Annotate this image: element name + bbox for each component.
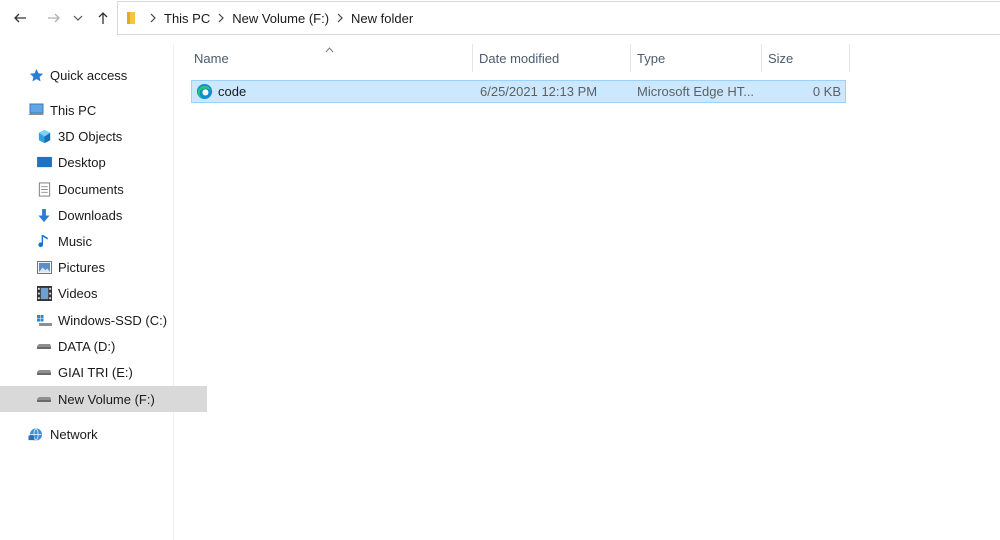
address-bar[interactable]: This PC New Volume (F:) New folder bbox=[117, 1, 1000, 35]
navigation-pane: Quick access This PC 3D Objects Desktop … bbox=[0, 44, 207, 540]
breadcrumb-this-pc[interactable]: This PC bbox=[164, 11, 210, 26]
sidebar-item-network[interactable]: Network bbox=[0, 421, 199, 447]
sidebar-item-giai-tri-drive[interactable]: GIAI TRI (E:) bbox=[0, 359, 207, 385]
cube-icon bbox=[36, 128, 52, 144]
column-divider[interactable] bbox=[849, 44, 850, 72]
desktop-icon bbox=[36, 154, 52, 170]
drive-icon bbox=[36, 364, 52, 380]
sidebar-item-quick-access[interactable]: Quick access bbox=[0, 62, 199, 88]
chevron-down-icon[interactable] bbox=[71, 8, 85, 28]
column-name[interactable]: Name bbox=[188, 44, 472, 72]
sidebar-item-new-volume[interactable]: New Volume (F:) bbox=[0, 386, 207, 412]
sidebar-item-documents[interactable]: Documents bbox=[0, 176, 207, 202]
music-icon bbox=[36, 233, 52, 249]
file-name[interactable]: code bbox=[218, 81, 246, 102]
column-date-modified[interactable]: Date modified bbox=[473, 44, 630, 72]
file-size: 0 KB bbox=[812, 84, 841, 99]
sidebar-item-desktop[interactable]: Desktop bbox=[0, 149, 207, 175]
chevron-right-icon[interactable] bbox=[210, 13, 232, 23]
breadcrumb-new-volume[interactable]: New Volume (F:) bbox=[232, 11, 329, 26]
network-icon bbox=[28, 426, 44, 442]
file-row[interactable]: code 6/25/2021 12:13 PM Microsoft Edge H… bbox=[191, 80, 846, 103]
up-arrow-icon[interactable] bbox=[93, 8, 113, 28]
chevron-right-icon[interactable] bbox=[142, 13, 164, 23]
computer-icon bbox=[28, 102, 44, 118]
sidebar-item-pictures[interactable]: Pictures bbox=[0, 254, 207, 280]
file-date-modified: 6/25/2021 12:13 PM bbox=[480, 84, 598, 99]
column-size[interactable]: Size bbox=[762, 44, 849, 72]
sidebar-item-data-drive[interactable]: DATA (D:) bbox=[0, 333, 207, 359]
video-icon bbox=[36, 285, 52, 301]
sidebar-item-this-pc[interactable]: This PC bbox=[0, 97, 199, 123]
forward-arrow-icon[interactable] bbox=[44, 8, 64, 28]
file-type: Microsoft Edge HT... bbox=[637, 84, 755, 99]
sidebar-item-music[interactable]: Music bbox=[0, 228, 207, 254]
sidebar-item-downloads[interactable]: Downloads bbox=[0, 202, 207, 228]
navigation-bar: This PC New Volume (F:) New folder bbox=[0, 0, 1000, 38]
sidebar-item-windows-ssd[interactable]: Windows-SSD (C:) bbox=[0, 307, 207, 333]
column-header-row: Name Date modified Type Size bbox=[188, 44, 850, 72]
back-arrow-icon[interactable] bbox=[10, 8, 30, 28]
download-icon bbox=[36, 207, 52, 223]
breadcrumb-new-folder[interactable]: New folder bbox=[351, 11, 413, 26]
star-icon bbox=[28, 67, 44, 83]
picture-icon bbox=[36, 259, 52, 275]
drive-icon bbox=[36, 391, 52, 407]
edge-icon bbox=[196, 81, 213, 102]
column-type[interactable]: Type bbox=[631, 44, 761, 72]
sidebar-item-videos[interactable]: Videos bbox=[0, 280, 207, 306]
document-icon bbox=[36, 181, 52, 197]
sidebar-item-3d-objects[interactable]: 3D Objects bbox=[0, 123, 207, 149]
chevron-right-icon[interactable] bbox=[329, 13, 351, 23]
drive-icon bbox=[36, 338, 52, 354]
system-drive-icon bbox=[36, 312, 52, 328]
folder-icon bbox=[120, 11, 142, 25]
